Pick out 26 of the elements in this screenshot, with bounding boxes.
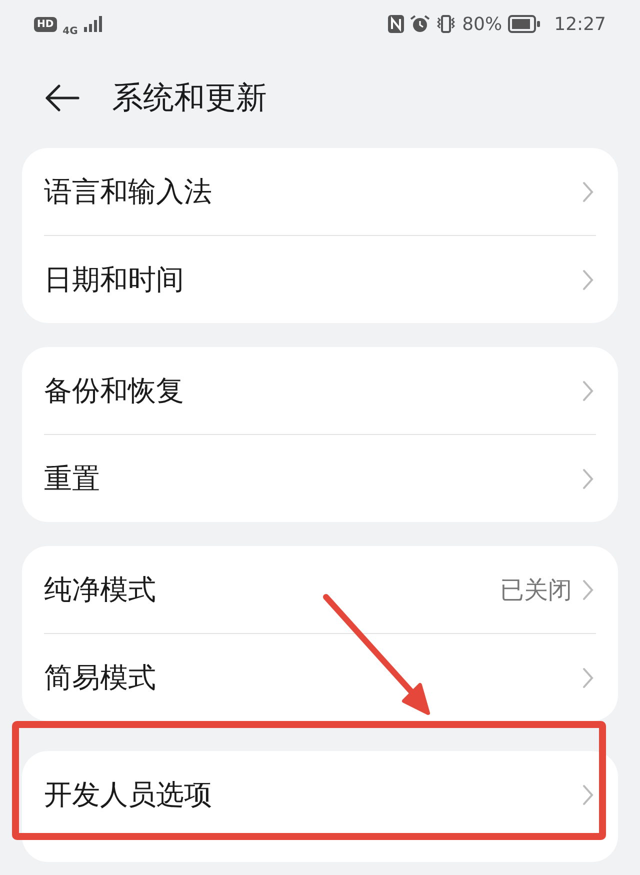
signal-icon — [84, 16, 102, 32]
chevron-right-icon — [582, 784, 594, 806]
back-arrow-icon — [44, 84, 80, 112]
hd-badge: HD — [34, 16, 57, 32]
page-title: 系统和更新 — [112, 79, 267, 118]
alarm-icon — [410, 15, 430, 33]
settings-row-label[interactable]: 语言和输入法 — [44, 172, 212, 210]
vibrate-icon — [436, 15, 456, 33]
settings-row-label[interactable]: 纯净模式 — [44, 570, 156, 608]
clock-time: 12:27 — [554, 14, 606, 34]
nfc-icon — [388, 15, 404, 33]
chevron-right-icon — [582, 666, 594, 688]
chevron-right-icon — [582, 180, 594, 202]
chevron-right-icon — [582, 380, 594, 402]
status-value: 已关闭 — [500, 574, 572, 606]
battery-icon — [508, 15, 540, 33]
battery-percent: 80% — [462, 14, 502, 34]
settings-row-label[interactable]: 日期和时间 — [44, 260, 184, 298]
settings-row-label[interactable]: 备份和恢复 — [44, 372, 184, 410]
chevron-right-icon — [582, 268, 594, 290]
chevron-right-icon — [582, 578, 594, 600]
network-type: 4G — [62, 26, 78, 36]
settings-row-label[interactable]: 简易模式 — [44, 658, 156, 696]
chevron-right-icon — [582, 468, 594, 490]
settings-row-label[interactable]: 开发人员选项 — [44, 776, 212, 814]
settings-row-label[interactable]: 重置 — [44, 460, 100, 498]
